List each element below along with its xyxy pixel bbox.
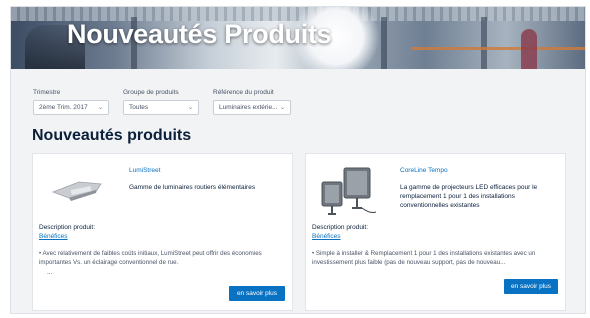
learn-more-button[interactable]: en savoir plus bbox=[229, 286, 285, 301]
chevron-down-icon: ⌄ bbox=[279, 105, 285, 111]
benefits-link[interactable]: Bénéfices bbox=[312, 233, 341, 240]
street-luminaire-image bbox=[51, 181, 102, 201]
hero-rail bbox=[411, 47, 585, 50]
description-label: Description produit: bbox=[312, 224, 368, 231]
filter-bar: Trimestre 2ème Trim. 2017 ⌄ Groupe de pr… bbox=[33, 89, 291, 115]
product-name[interactable]: CoreLine Tempo bbox=[400, 167, 448, 174]
product-reference-select[interactable]: Luminaires extérie... ⌄ bbox=[213, 100, 291, 115]
filter-product-reference: Référence du produit Luminaires extérie.… bbox=[213, 89, 291, 115]
learn-more-button[interactable]: en savoir plus bbox=[504, 279, 558, 294]
hero-banner: Nouveautés Produits bbox=[11, 7, 585, 69]
quarter-select-value: 2ème Trim. 2017 bbox=[39, 104, 88, 111]
chevron-down-icon: ⌄ bbox=[97, 105, 103, 111]
description-label: Description produit: bbox=[39, 224, 95, 231]
filter-product-group: Groupe de produits Toutes ⌄ bbox=[123, 89, 199, 115]
product-card: CoreLine Tempo La gamme de projecteurs L… bbox=[305, 153, 566, 311]
hero-pillar bbox=[381, 17, 387, 69]
page-frame: Nouveautés Produits Trimestre 2ème Trim.… bbox=[10, 6, 586, 314]
floodlight-image bbox=[321, 167, 377, 215]
filter-quarter-label: Trimestre bbox=[33, 89, 61, 96]
product-tagline: Gamme de luminaires routiers élémentaire… bbox=[129, 184, 256, 191]
product-group-select-value: Toutes bbox=[129, 104, 149, 111]
benefit-item: • Simple à installer & Remplacement 1 po… bbox=[312, 250, 536, 266]
product-card: LumiStreet Gamme de luminaires routiers … bbox=[32, 153, 293, 311]
product-reference-select-value: Luminaires extérie... bbox=[219, 104, 278, 111]
filter-product-group-label: Groupe de produits bbox=[123, 89, 179, 96]
hero-title: Nouveautés Produits bbox=[67, 19, 332, 49]
section-title: Nouveautés produits bbox=[32, 127, 192, 144]
quarter-select[interactable]: 2ème Trim. 2017 ⌄ bbox=[33, 100, 109, 115]
benefit-item: • Avec relativement de faibles coûts ini… bbox=[39, 250, 262, 266]
filter-product-reference-label: Référence du produit bbox=[213, 89, 274, 96]
product-name[interactable]: LumiStreet bbox=[129, 167, 160, 174]
product-tagline: La gamme de projecteurs LED efficaces po… bbox=[400, 184, 538, 209]
product-group-select[interactable]: Toutes ⌄ bbox=[123, 100, 199, 115]
more-ellipsis: ... bbox=[47, 269, 53, 276]
filter-quarter: Trimestre 2ème Trim. 2017 ⌄ bbox=[33, 89, 109, 115]
hero-pillar bbox=[481, 17, 487, 69]
benefits-link[interactable]: Bénéfices bbox=[39, 233, 68, 240]
hero-person-silhouette bbox=[521, 29, 537, 69]
chevron-down-icon: ⌄ bbox=[187, 105, 193, 111]
